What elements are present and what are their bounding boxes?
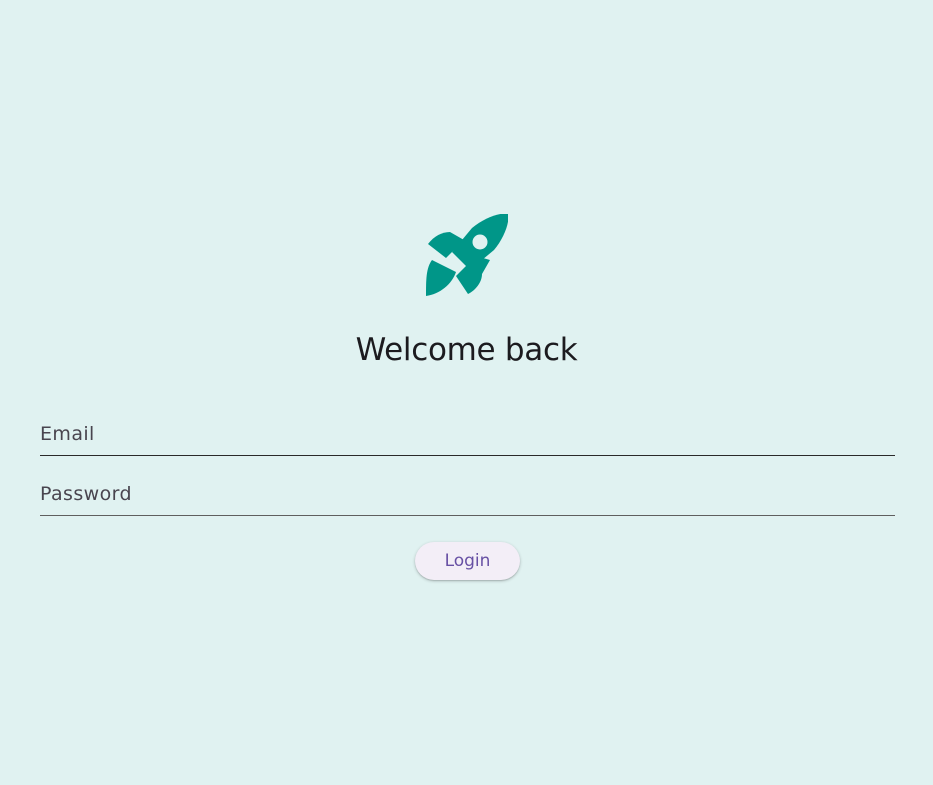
email-input[interactable] xyxy=(40,396,895,454)
password-input[interactable] xyxy=(40,456,895,514)
page-title: Welcome back xyxy=(355,332,578,368)
rocket-icon-graphic xyxy=(426,214,508,296)
login-button[interactable]: Login xyxy=(415,542,520,580)
password-field[interactable] xyxy=(40,456,895,516)
login-screen: Welcome back Login xyxy=(0,0,933,785)
rocket-icon xyxy=(426,214,508,296)
email-field[interactable] xyxy=(40,396,895,456)
